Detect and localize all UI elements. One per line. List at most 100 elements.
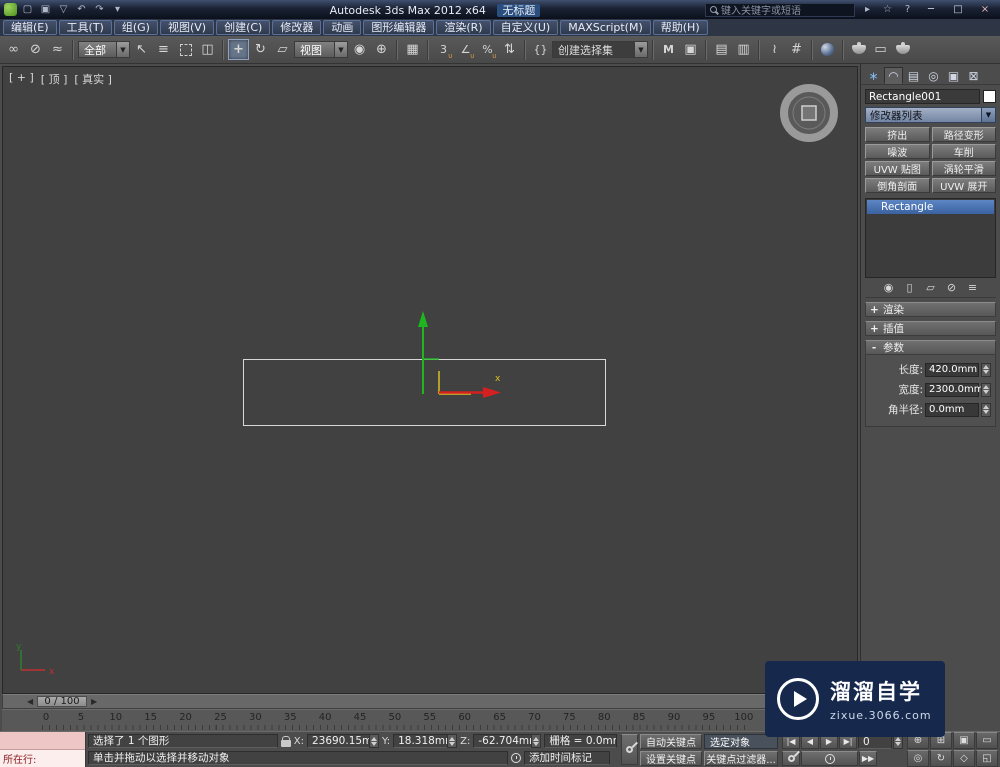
selection-lock-icon[interactable] (280, 735, 291, 747)
viewport-menu-view[interactable]: [ 顶 ] (41, 71, 68, 87)
bind-to-space-warp-icon[interactable]: ≈ (47, 39, 68, 60)
rollout-interpolation[interactable]: + 插值 (865, 321, 996, 336)
viewport-menu-general[interactable]: [ + ] (9, 71, 34, 87)
time-slider-prev-icon[interactable]: ◀ (27, 697, 33, 706)
track-bar[interactable]: 0 5 10 15 20 25 30 35 40 45 50 55 60 65 … (2, 709, 858, 731)
show-end-result-icon[interactable]: ▯ (902, 281, 917, 294)
window-crossing-icon[interactable]: ◫ (197, 39, 218, 60)
app-logo-icon[interactable] (4, 3, 17, 16)
object-color-swatch[interactable] (983, 90, 996, 103)
menu-create[interactable]: 创建(C) (216, 20, 271, 35)
move-gizmo[interactable]: x (343, 307, 523, 417)
modifier-stack[interactable]: Rectangle (865, 198, 996, 278)
selection-filter-combo[interactable]: 全部 ▼ (78, 41, 130, 58)
x-coordinate-field[interactable]: 23690.15m (306, 734, 369, 748)
menu-group[interactable]: 组(G) (113, 20, 158, 35)
maxscript-mini-listener[interactable]: 所在行: (0, 732, 86, 767)
reference-coordinate-combo[interactable]: 视图 ▼ (294, 41, 348, 58)
tab-create-icon[interactable]: ∗ (864, 67, 883, 84)
spinner-snap-icon[interactable]: ⇅ (499, 39, 520, 60)
menu-edit[interactable]: 编辑(E) (3, 20, 57, 35)
tab-motion-icon[interactable]: ◎ (924, 67, 943, 84)
maximize-viewport-icon[interactable]: ◱ (976, 750, 998, 767)
tab-hierarchy-icon[interactable]: ▤ (904, 67, 923, 84)
listener-script-line[interactable]: 所在行: (0, 750, 85, 767)
corner-radius-spinner[interactable] (981, 402, 991, 417)
time-slider-track[interactable]: ◀ 0 / 100 ▶ (2, 694, 858, 709)
x-spinner[interactable] (368, 734, 379, 748)
next-frame-icon[interactable]: ▶▶ (859, 751, 877, 766)
open-file-icon[interactable]: ▣ (38, 3, 53, 17)
z-spinner[interactable] (531, 734, 542, 748)
remove-modifier-icon[interactable]: ⊘ (944, 281, 959, 294)
orbit-icon[interactable]: ↻ (930, 750, 952, 767)
angle-snap-icon[interactable]: ∠ ∪ (455, 39, 476, 60)
object-name-field[interactable]: Rectangle001 (865, 89, 980, 104)
make-unique-icon[interactable]: ▱ (923, 281, 938, 294)
select-object-icon[interactable]: ↖ (131, 39, 152, 60)
viewport-menu-shading[interactable]: [ 真实 ] (74, 71, 112, 87)
graphite-ribbon-icon[interactable]: ▥ (733, 39, 754, 60)
menu-rendering[interactable]: 渲染(R) (436, 20, 491, 35)
corner-radius-field[interactable]: 0.0mm (925, 402, 979, 417)
select-and-scale-icon[interactable]: ▱ (272, 39, 293, 60)
select-and-manipulate-icon[interactable]: ⊕ (371, 39, 392, 60)
modifier-path-deform-button[interactable]: 路径变形 (931, 127, 996, 142)
length-field[interactable]: 420.0mm (925, 362, 979, 377)
percent-snap-icon[interactable]: % ∪ (477, 39, 498, 60)
viewcube-compass[interactable] (777, 81, 841, 145)
tab-modify-icon[interactable]: ◠ (884, 67, 903, 84)
named-selection-sets-combo[interactable]: 创建选择集 ▼ (552, 41, 648, 58)
help-icon[interactable]: ? (900, 3, 915, 17)
render-setup-icon[interactable] (848, 39, 869, 60)
time-slider-handle[interactable]: 0 / 100 (37, 696, 87, 707)
rendered-frame-window-icon[interactable]: ▭ (870, 39, 891, 60)
y-coordinate-field[interactable]: 18.318mm (393, 734, 448, 748)
material-editor-icon[interactable] (817, 39, 838, 60)
set-key-button[interactable]: 设置关键点 (640, 751, 702, 766)
redo-icon[interactable]: ↷ (92, 3, 107, 17)
length-spinner[interactable] (981, 362, 991, 377)
pin-stack-icon[interactable]: ◉ (881, 281, 896, 294)
menu-animation[interactable]: 动画 (323, 20, 362, 35)
width-spinner[interactable] (981, 382, 991, 397)
auto-key-button[interactable]: 自动关键点 (640, 734, 702, 749)
time-slider-next-icon[interactable]: ▶ (91, 697, 97, 706)
rollout-rendering[interactable]: + 渲染 (865, 302, 996, 317)
modifier-turbosmooth-button[interactable]: 涡轮平滑 (931, 161, 996, 176)
render-production-icon[interactable] (892, 39, 913, 60)
set-keys-button[interactable] (621, 734, 638, 765)
key-filters-button[interactable]: 关键点过滤器... (704, 751, 778, 766)
select-and-move-icon[interactable]: + (228, 39, 249, 60)
rectangular-selection-region-icon[interactable] (175, 39, 196, 60)
use-pivot-center-icon[interactable]: ◉ (349, 39, 370, 60)
pan-icon[interactable]: ◎ (907, 750, 929, 767)
stack-item-rectangle[interactable]: Rectangle (867, 200, 994, 214)
undo-icon[interactable]: ↶ (74, 3, 89, 17)
edit-named-selection-sets-icon[interactable]: {} (530, 39, 551, 60)
curve-editor-icon[interactable]: ≀ (764, 39, 785, 60)
new-file-icon[interactable]: ▢ (20, 3, 35, 17)
field-of-view-icon[interactable]: ◇ (953, 750, 975, 767)
zoom-region-icon[interactable]: ▭ (976, 732, 998, 749)
select-and-link-icon[interactable]: ∞ (3, 39, 24, 60)
keyboard-shortcut-override-icon[interactable]: ▦ (402, 39, 423, 60)
menu-views[interactable]: 视图(V) (159, 20, 215, 35)
modifier-uvw-unwrap-button[interactable]: UVW 展开 (931, 178, 996, 193)
close-button[interactable]: × (974, 2, 996, 17)
favorites-star-icon[interactable]: ☆ (880, 3, 895, 17)
menu-graph-editors[interactable]: 图形编辑器 (363, 20, 435, 35)
mirror-icon[interactable]: M (658, 39, 679, 60)
menu-help[interactable]: 帮助(H) (652, 20, 708, 35)
layer-manager-icon[interactable]: ▤ (711, 39, 732, 60)
modifier-lathe-button[interactable]: 车削 (931, 144, 996, 159)
key-mode-toggle-icon[interactable] (782, 751, 800, 766)
listener-macro-line[interactable] (0, 732, 85, 750)
modifier-extrude-button[interactable]: 挤出 (865, 127, 930, 142)
add-time-tag[interactable]: 添加时间标记 (524, 751, 610, 765)
tab-display-icon[interactable]: ▣ (944, 67, 963, 84)
snap-toggle-3d-icon[interactable]: 3 ∪ (433, 39, 454, 60)
modifier-noise-button[interactable]: 噪波 (865, 144, 930, 159)
save-file-icon[interactable]: ▽ (56, 3, 71, 17)
tab-utilities-icon[interactable]: ⊠ (964, 67, 983, 84)
